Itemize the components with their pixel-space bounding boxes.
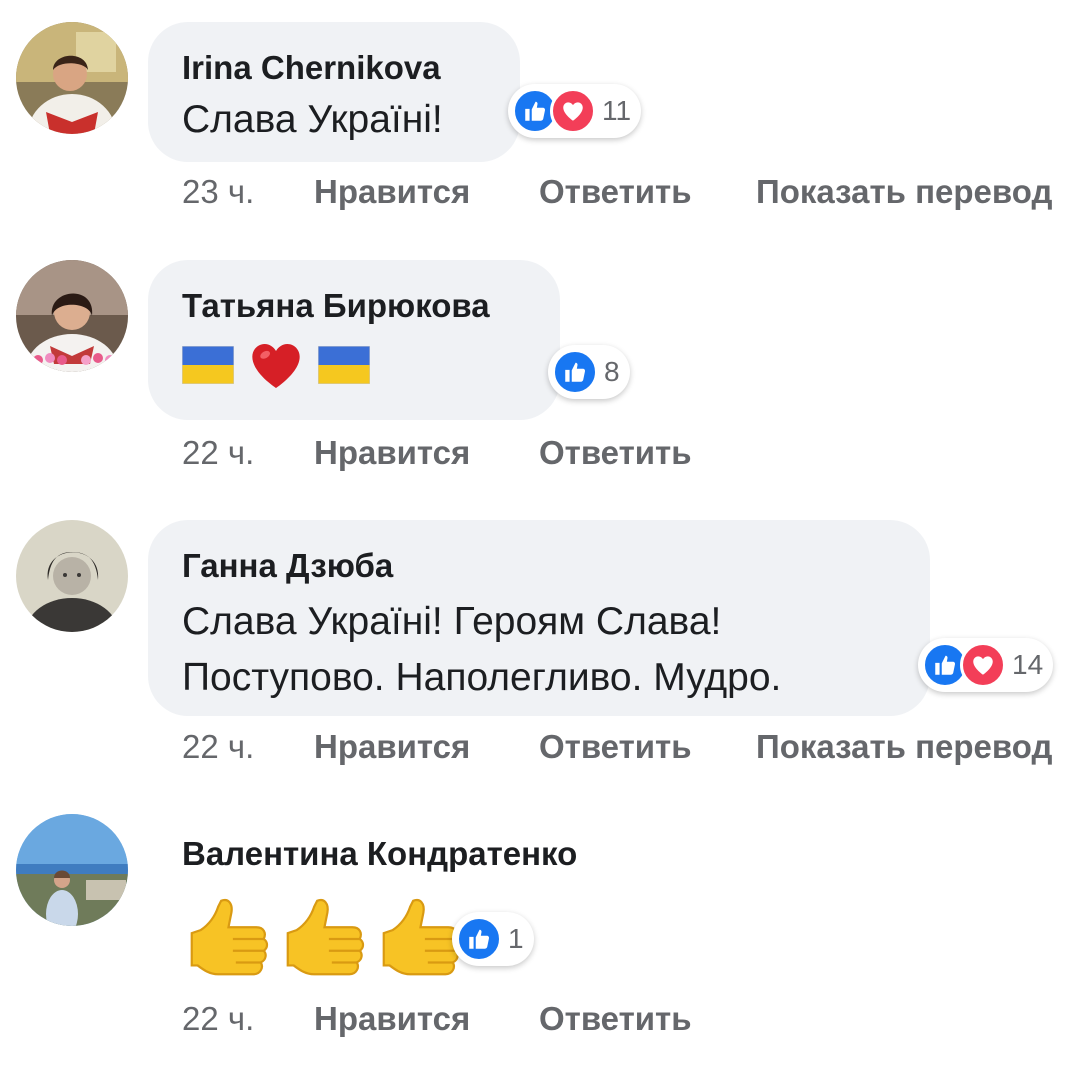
love-icon — [960, 642, 1006, 688]
comment-bubble: Татьяна Бирюкова — [148, 260, 560, 420]
love-icon — [550, 88, 596, 134]
comment-text: Слава Україні! — [182, 98, 443, 141]
like-button[interactable]: Нравится — [314, 999, 470, 1039]
reaction-count: 11 — [602, 95, 632, 126]
thumbs-up-emoji — [276, 892, 370, 986]
comment-author[interactable]: Татьяна Бирюкова — [182, 286, 526, 326]
avatar[interactable] — [16, 260, 128, 372]
reaction-summary[interactable]: 11 — [508, 84, 642, 138]
ukraine-flag-emoji — [318, 346, 370, 384]
avatar[interactable] — [16, 520, 128, 632]
like-icon — [552, 349, 598, 395]
like-icon — [456, 916, 502, 962]
comment-timestamp[interactable]: 22 ч. — [182, 433, 254, 473]
like-button[interactable]: Нравится — [314, 433, 470, 473]
comment-author[interactable]: Irina Chernikova — [182, 48, 486, 88]
reaction-count: 14 — [1012, 649, 1044, 680]
avatar[interactable] — [16, 814, 128, 926]
reaction-summary[interactable]: 1 — [452, 912, 534, 966]
comment-text-line: Слава Україні! Героям Слава! — [182, 600, 722, 643]
comment-emoji — [182, 336, 526, 392]
reply-button[interactable]: Ответить — [539, 433, 692, 473]
comment-timestamp[interactable]: 22 ч. — [182, 999, 254, 1039]
reaction-count: 1 — [508, 923, 524, 954]
comment-author[interactable]: Ганна Дзюба — [182, 546, 896, 586]
thumbs-up-emoji — [180, 892, 274, 986]
red-heart-emoji — [247, 336, 305, 394]
show-translation-button[interactable]: Показать перевод — [756, 727, 1052, 767]
like-button[interactable]: Нравится — [314, 727, 470, 767]
comment-author[interactable]: Валентина Кондратенко — [182, 834, 577, 874]
comments-feed: Irina Chernikova Слава Україні! 11 23 ч.… — [0, 0, 1080, 1080]
like-button[interactable]: Нравится — [314, 172, 470, 212]
avatar[interactable] — [16, 22, 128, 134]
comment-bubble: Irina Chernikova Слава Україні! — [148, 22, 520, 162]
ukraine-flag-emoji — [182, 346, 234, 384]
comment-text-line: Поступово. Наполегливо. Мудро. — [182, 656, 782, 699]
reaction-count: 8 — [604, 356, 620, 387]
reply-button[interactable]: Ответить — [539, 727, 692, 767]
reaction-summary[interactable]: 8 — [548, 345, 630, 399]
comment-bubble: Ганна Дзюба Слава Україні! Героям Слава!… — [148, 520, 930, 716]
reply-button[interactable]: Ответить — [539, 999, 692, 1039]
comment-timestamp[interactable]: 23 ч. — [182, 172, 254, 212]
show-translation-button[interactable]: Показать перевод — [756, 172, 1052, 212]
reaction-summary[interactable]: 14 — [918, 638, 1054, 692]
reply-button[interactable]: Ответить — [539, 172, 692, 212]
comment-timestamp[interactable]: 22 ч. — [182, 727, 254, 767]
